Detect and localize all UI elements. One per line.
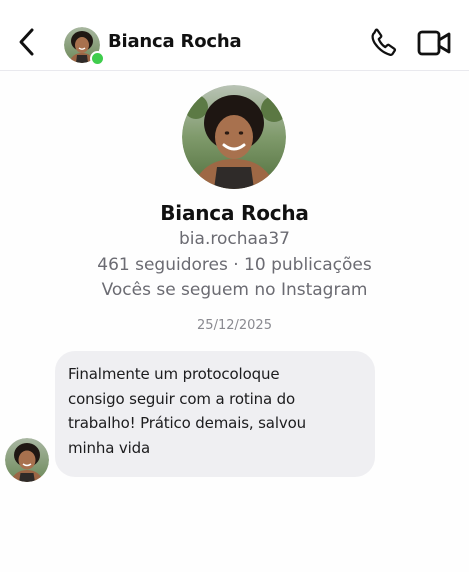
profile-avatar[interactable] bbox=[182, 85, 286, 189]
profile-username: bia.rochaa37 bbox=[179, 229, 290, 249]
message-bubble[interactable]: Finalmente um protocoloque consigo segui… bbox=[55, 351, 375, 477]
call-button[interactable] bbox=[368, 26, 402, 60]
phone-icon bbox=[371, 28, 397, 56]
message-text: Finalmente um protocoloque consigo segui… bbox=[68, 365, 306, 457]
online-status-indicator bbox=[90, 51, 105, 66]
back-button[interactable] bbox=[12, 25, 42, 59]
profile-name: Bianca Rocha bbox=[160, 201, 309, 225]
profile-stats: 461 seguidores · 10 publicações bbox=[97, 255, 372, 275]
chevron-left-icon bbox=[19, 28, 34, 56]
message-date: 25/12/2025 bbox=[197, 318, 272, 333]
video-call-button[interactable] bbox=[416, 27, 454, 59]
chat-header: Bianca Rocha bbox=[0, 0, 469, 71]
video-camera-icon bbox=[417, 30, 451, 56]
contact-name[interactable]: Bianca Rocha bbox=[108, 31, 242, 52]
sender-avatar[interactable] bbox=[5, 438, 49, 482]
chat-screen: Bianca Rocha Bianca Rocha bia.rochaa37 4… bbox=[0, 0, 469, 572]
mutual-follow-text: Vocês se seguem no Instagram bbox=[101, 280, 368, 300]
